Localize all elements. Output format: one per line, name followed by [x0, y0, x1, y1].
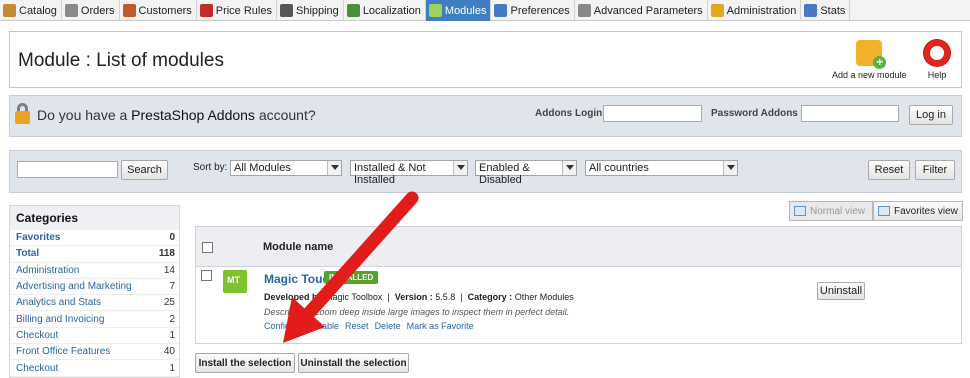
status-badge: INSTALLED	[324, 271, 379, 284]
tab-stats[interactable]: Stats	[801, 0, 851, 21]
category-item[interactable]: Advertising and Marketing 7	[10, 279, 179, 296]
tab-shipping[interactable]: Shipping	[277, 0, 344, 21]
action-configure[interactable]: Configure	[264, 321, 303, 331]
tab-localization[interactable]: Localization	[344, 0, 426, 21]
chevron-down-icon	[453, 161, 467, 175]
cart-icon	[64, 4, 78, 17]
tab-price-rules[interactable]: Price Rules	[197, 0, 277, 21]
lock-icon	[15, 103, 30, 125]
module-logo-icon	[223, 270, 247, 293]
module-type-select[interactable]: All Modules	[230, 160, 342, 176]
addons-login-label: Addons Login :	[535, 108, 609, 119]
country-select[interactable]: All countries	[585, 160, 738, 176]
categories-panel: Categories Favorites 0 Total 118 Administrat…	[9, 205, 180, 378]
install-selection-button[interactable]: Install the selection	[195, 353, 295, 373]
category-item[interactable]: Checkout 1	[10, 360, 179, 377]
filter-bar: Search Sort by: All Modules Installed & …	[9, 150, 962, 193]
uninstall-button[interactable]: Uninstall	[817, 282, 865, 300]
module-checkbox[interactable]	[201, 270, 212, 281]
tab-administration[interactable]: Administration	[708, 0, 802, 21]
module-actions: Configure Disable Reset Delete Mark as Favor…	[264, 321, 474, 331]
tab-catalog[interactable]: Catalog	[0, 0, 62, 21]
module-meta: Developed by Magic Toolbox | Version : 5…	[264, 292, 574, 302]
categories-title: Categories	[10, 206, 179, 230]
puzzle-icon	[428, 4, 442, 17]
catalog-icon	[3, 4, 16, 17]
key-icon	[710, 4, 724, 17]
category-item[interactable]: Analytics and Stats 25	[10, 295, 179, 312]
help-button[interactable]: Help	[924, 40, 950, 80]
addons-brand: PrestaShop Addons	[131, 107, 255, 123]
uninstall-selection-button[interactable]: Uninstall the selection	[298, 353, 409, 373]
tab-preferences[interactable]: Preferences	[491, 0, 575, 21]
search-button[interactable]: Search	[121, 160, 168, 180]
addons-login-bar: Do you have a PrestaShop Addons account?…	[9, 95, 962, 137]
wrench-icon	[577, 4, 591, 17]
grid-view-icon	[878, 206, 890, 216]
tab-advanced-parameters[interactable]: Advanced Parameters	[575, 0, 708, 21]
enabled-status-select[interactable]: Enabled & Disabled	[475, 160, 577, 186]
preferences-icon	[494, 4, 508, 17]
action-mark-as-favorite[interactable]: Mark as Favorite	[407, 321, 474, 331]
chevron-down-icon	[562, 161, 576, 175]
tab-orders[interactable]: Orders	[62, 0, 120, 21]
chevron-down-icon	[327, 161, 341, 175]
globe-icon	[346, 4, 360, 17]
puzzle-add-icon	[856, 40, 887, 69]
sort-by-label: Sort by:	[193, 162, 228, 173]
stats-icon	[804, 4, 818, 17]
tab-customers[interactable]: Customers	[120, 0, 197, 21]
view-toggle: Normal view Favorites view	[789, 201, 963, 221]
customers-icon	[122, 4, 136, 17]
tab-modules[interactable]: Modules	[425, 0, 492, 21]
category-item[interactable]: Billing and Invoicing 2	[10, 311, 179, 328]
module-search-input[interactable]	[17, 161, 118, 178]
chevron-down-icon	[723, 161, 737, 175]
action-disable[interactable]: Disable	[309, 321, 339, 331]
filter-button[interactable]: Filter	[915, 160, 955, 180]
addons-login-input[interactable]	[603, 105, 702, 122]
addons-password-label: Password Addons :	[711, 108, 804, 119]
addons-password-input[interactable]	[801, 105, 899, 122]
addons-question: Do you have a PrestaShop Addons account?	[37, 107, 316, 123]
favorites-view-button[interactable]: Favorites view	[873, 201, 963, 221]
top-navigation: Catalog Orders Customers Price Rules Shippin…	[0, 0, 970, 21]
category-item[interactable]: Total 118	[10, 246, 179, 263]
page-header: Module : List of modules Add a new modul…	[9, 31, 962, 88]
category-item[interactable]: Favorites 0	[10, 230, 179, 247]
truck-icon	[279, 4, 293, 17]
price-rules-icon	[199, 4, 213, 17]
addons-login-button[interactable]: Log in	[909, 105, 953, 125]
category-item[interactable]: Front Office Features 40	[10, 344, 179, 361]
reset-button[interactable]: Reset	[868, 160, 910, 180]
module-row: Magic Touch INSTALLED Developed by Magic…	[195, 226, 962, 344]
category-item[interactable]: Administration 14	[10, 263, 179, 279]
action-reset[interactable]: Reset	[345, 321, 369, 331]
normal-view-button[interactable]: Normal view	[789, 201, 873, 221]
list-view-icon	[794, 206, 806, 216]
module-description: Description: Zoom deep inside large imag…	[264, 307, 570, 317]
action-delete[interactable]: Delete	[375, 321, 401, 331]
install-status-select[interactable]: Installed & Not Installed	[350, 160, 468, 186]
page-title: Module : List of modules	[18, 50, 224, 71]
category-item[interactable]: Checkout 1	[10, 328, 179, 345]
add-new-module-button[interactable]: Add a new module	[832, 40, 907, 80]
categories-list: Favorites 0 Total 118 Administration 14 Advert…	[10, 230, 179, 377]
lifebuoy-icon	[924, 40, 950, 66]
